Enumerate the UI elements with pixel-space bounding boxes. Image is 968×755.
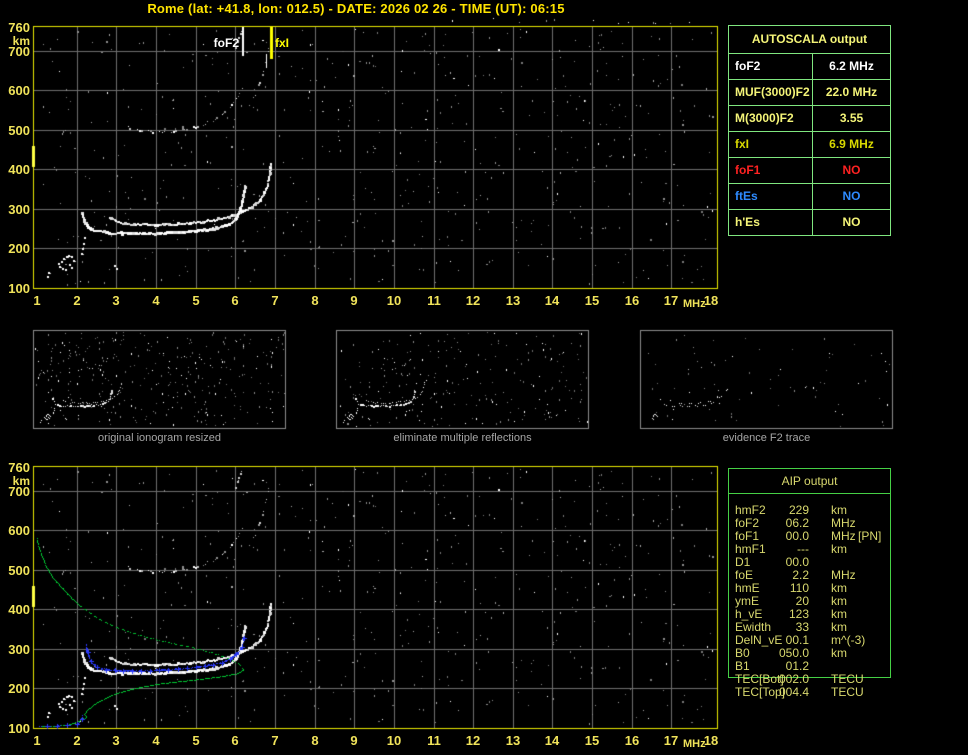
x-tick-label: 4 bbox=[152, 733, 160, 748]
y-tick-label: 500 bbox=[8, 563, 30, 578]
y-tick-label: 500 bbox=[8, 123, 30, 138]
x-tick-label: 2 bbox=[73, 293, 81, 308]
x-tick-label: 1 bbox=[33, 293, 41, 308]
x-tick-label: 11 bbox=[427, 733, 441, 748]
x-axis-unit-label: MHz bbox=[683, 298, 706, 310]
y-tick-label: 300 bbox=[8, 642, 30, 657]
autoscala-row-value: NO bbox=[842, 189, 861, 203]
x-tick-label: 13 bbox=[505, 293, 521, 308]
x-tick-label: 8 bbox=[311, 293, 319, 308]
autoscala-row-label: fxI bbox=[729, 132, 813, 157]
x-tick-label: 15 bbox=[584, 733, 600, 748]
autoscala-row-label: MUF(3000)F2 bbox=[729, 80, 813, 105]
y-tick-label: 600 bbox=[8, 523, 30, 538]
x-tick-label: 1 bbox=[33, 733, 41, 748]
y-tick-label: 760 bbox=[8, 20, 30, 35]
x-tick-label: 2 bbox=[73, 733, 81, 748]
y-axis-unit-label: km bbox=[12, 474, 30, 488]
x-tick-label: 5 bbox=[192, 733, 200, 748]
autoscala-row-label: foF2 bbox=[729, 54, 813, 79]
x-tick-label: 16 bbox=[624, 293, 640, 308]
aip-value: 004.4 bbox=[778, 685, 809, 699]
x-tick-label: 14 bbox=[544, 733, 560, 748]
autoscala-row-label: M(3000)F2 bbox=[729, 106, 813, 131]
autoscala-row-label: ftEs bbox=[729, 184, 813, 209]
autoscala-row-value: NO bbox=[842, 215, 861, 229]
thumbnail-caption-evidence: evidence F2 trace bbox=[722, 432, 811, 444]
x-tick-label: 14 bbox=[544, 293, 560, 308]
x-tick-label: 11 bbox=[427, 293, 441, 308]
aip-output-table: AIP output hmF2 229 km foF2 06.2 MHz foF1 00.0 M… bbox=[728, 468, 891, 699]
x-tick-label: 9 bbox=[350, 293, 358, 308]
foF2-marker-label: foF2 bbox=[213, 36, 239, 50]
x-tick-label: 5 bbox=[192, 293, 200, 308]
autoscala-row-M(3000)F2: M(3000)F2 3.55 bbox=[729, 106, 890, 132]
x-tick-label: 6 bbox=[231, 293, 239, 308]
autoscala-output-table: AUTOSCALA output foF2 6.2 MHz MUF(3000)F2 2… bbox=[728, 25, 891, 236]
aip-extra: [PN] bbox=[858, 529, 882, 543]
x-tick-label: 10 bbox=[386, 733, 402, 748]
aip-row-TEC[Top]: TEC[Top] 004.4 TECU bbox=[729, 686, 949, 699]
y-tick-label: 760 bbox=[8, 460, 30, 475]
autoscala-row-h'Es: h'Es NO bbox=[729, 210, 890, 235]
x-tick-label: 13 bbox=[505, 733, 521, 748]
autoscala-row-foF2: foF2 6.2 MHz bbox=[729, 54, 890, 80]
autoscala-row-value: 6.9 MHz bbox=[829, 137, 874, 151]
y-tick-label: 400 bbox=[8, 162, 30, 177]
y-tick-label: 400 bbox=[8, 602, 30, 617]
thumbnail-caption-eliminate: eliminate multiple reflections bbox=[393, 432, 532, 444]
y-axis-unit-label: km bbox=[12, 34, 30, 48]
autoscala-row-MUF(3000)F2: MUF(3000)F2 22.0 MHz bbox=[729, 80, 890, 106]
x-tick-label: 16 bbox=[624, 733, 640, 748]
x-tick-label: 6 bbox=[231, 733, 239, 748]
autoscala-row-value: 22.0 MHz bbox=[825, 85, 878, 99]
x-tick-label: 10 bbox=[386, 293, 402, 308]
autoscala-row-value: 6.2 MHz bbox=[829, 59, 874, 73]
x-tick-label: 4 bbox=[152, 293, 160, 308]
x-tick-label: 8 bbox=[311, 733, 319, 748]
autoscala-row-foF1: foF1 NO bbox=[729, 158, 890, 184]
autoscala-row-fxI: fxI 6.9 MHz bbox=[729, 132, 890, 158]
y-tick-label: 200 bbox=[8, 241, 30, 256]
autoscala-row-ftEs: ftEs NO bbox=[729, 184, 890, 210]
x-tick-label: 17 bbox=[663, 733, 679, 748]
x-tick-label: 15 bbox=[584, 293, 600, 308]
aip-unit: TECU bbox=[831, 685, 864, 699]
aip-unit: km bbox=[831, 542, 847, 556]
autoscala-row-label: h'Es bbox=[729, 210, 813, 235]
x-tick-label: 7 bbox=[271, 733, 279, 748]
y-tick-label: 300 bbox=[8, 202, 30, 217]
x-tick-label: 3 bbox=[112, 733, 120, 748]
x-tick-label: 3 bbox=[112, 293, 120, 308]
aip-table-header: AIP output bbox=[729, 469, 890, 494]
x-tick-label: 12 bbox=[465, 733, 481, 748]
y-tick-label: 200 bbox=[8, 681, 30, 696]
x-tick-label: 7 bbox=[271, 293, 279, 308]
thumbnail-caption-original: original ionogram resized bbox=[98, 432, 221, 444]
y-tick-label: 600 bbox=[8, 83, 30, 98]
autoscala-row-label: foF1 bbox=[729, 158, 813, 183]
autoscala-table-body: foF2 6.2 MHz MUF(3000)F2 22.0 MHz M(3000)F2 3… bbox=[729, 54, 890, 235]
autoscala-row-value: 3.55 bbox=[839, 111, 864, 125]
autoscala-row-value: NO bbox=[842, 163, 861, 177]
aip-row-B0: B0 050.0 km bbox=[729, 647, 949, 660]
autoscala-table-header: AUTOSCALA output bbox=[729, 26, 890, 54]
x-tick-label: 12 bbox=[465, 293, 481, 308]
x-tick-label: 9 bbox=[350, 733, 358, 748]
x-axis-unit-label: MHz bbox=[683, 738, 706, 750]
aip-unit: km bbox=[831, 646, 847, 660]
x-tick-label: 17 bbox=[663, 293, 679, 308]
autoscala-screen: Rome (lat: +41.8, lon: 012.5) - DATE: 20… bbox=[0, 0, 968, 755]
fxI-marker-label: fxI bbox=[275, 36, 290, 50]
aip-row-hmF1: hmF1 --- km bbox=[729, 543, 949, 556]
